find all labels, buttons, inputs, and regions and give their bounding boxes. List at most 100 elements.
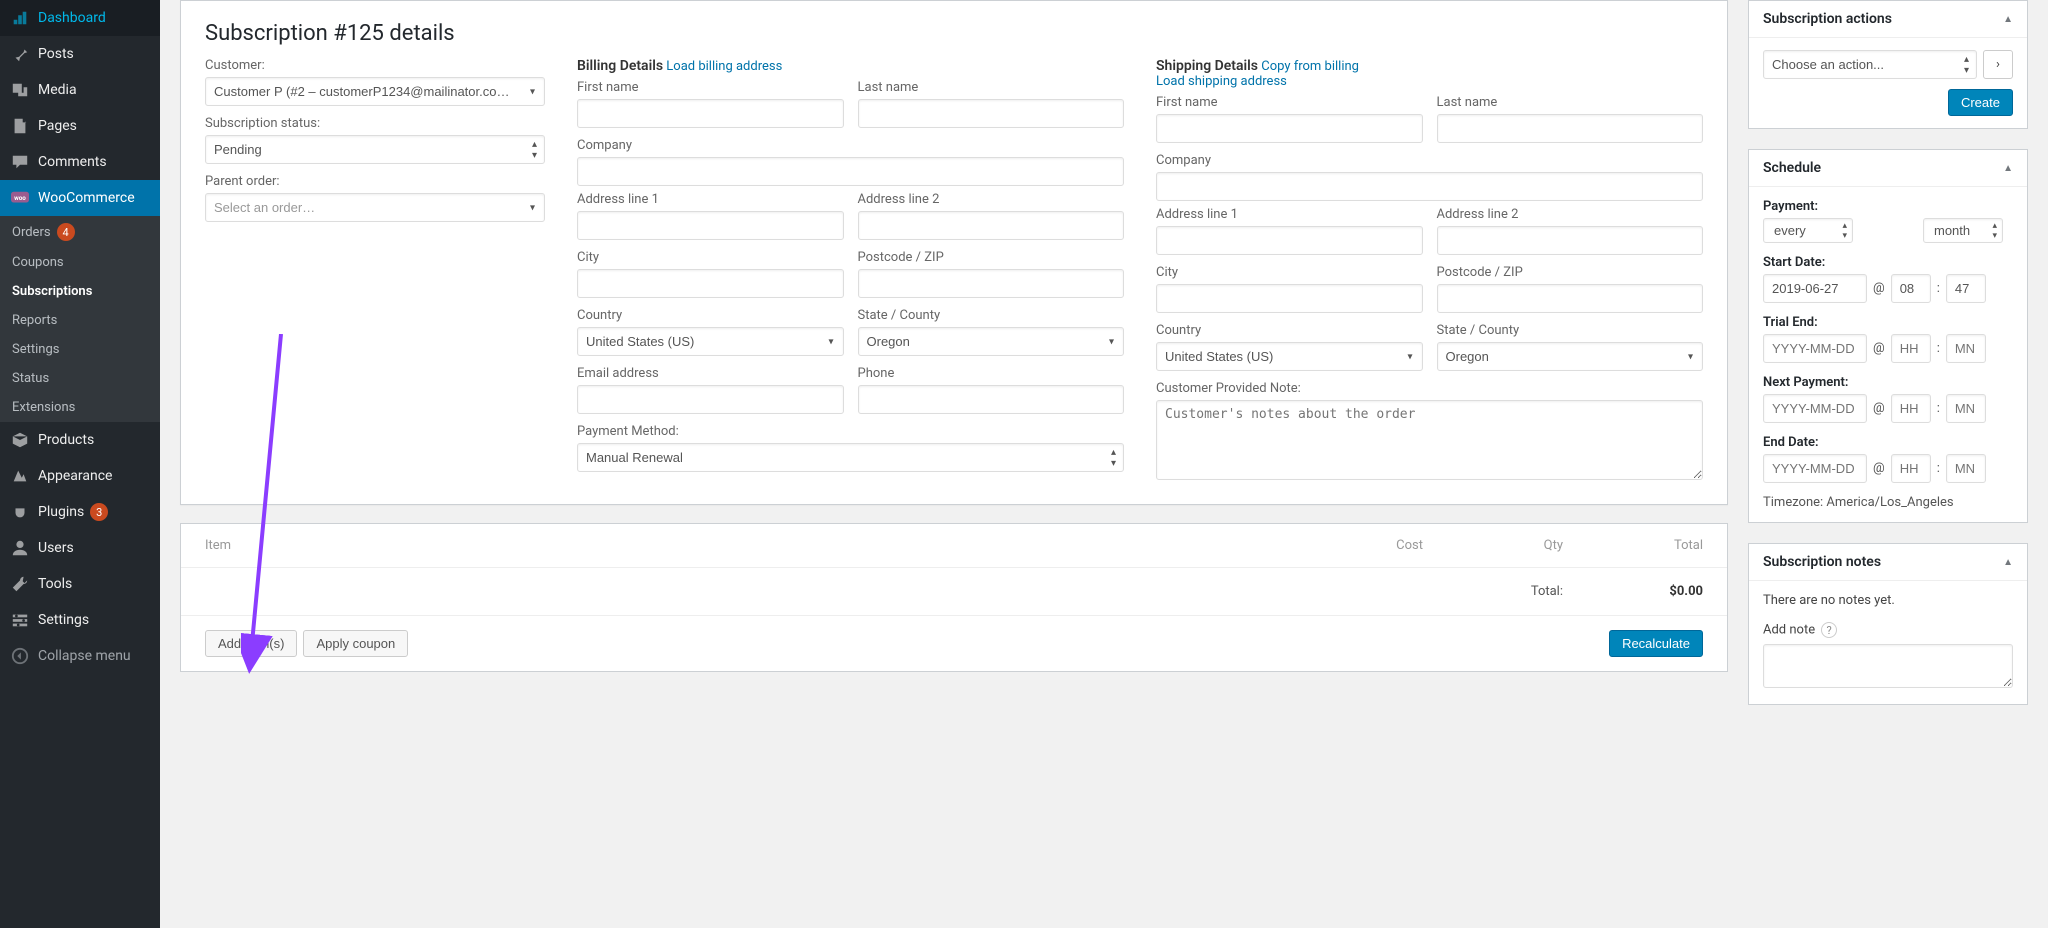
billing-company-input[interactable]: [577, 157, 1124, 186]
billing-state-select[interactable]: Oregon: [858, 327, 1125, 356]
sub-item-orders[interactable]: Orders4: [0, 216, 160, 248]
customer-select[interactable]: Customer P (#2 – customerP1234@mailinato…: [205, 77, 545, 106]
sub-item-status[interactable]: Status: [0, 364, 160, 393]
trial-date-input[interactable]: [1763, 334, 1867, 363]
payment-method-select[interactable]: Manual Renewal ▴▾: [577, 443, 1124, 472]
plugins-badge: 3: [90, 503, 108, 521]
parent-order-select[interactable]: Select an order…: [205, 193, 545, 222]
billing-addr1-input[interactable]: [577, 211, 844, 240]
end-hh-input[interactable]: [1891, 454, 1931, 483]
sidebar-item-pages[interactable]: Pages: [0, 108, 160, 144]
period-select[interactable]: month▴▾: [1923, 218, 2003, 243]
next-hh-input[interactable]: [1891, 394, 1931, 423]
orders-badge: 4: [57, 223, 75, 241]
actions-select[interactable]: Choose an action... ▴▾: [1763, 50, 1977, 79]
sidebar-label: Tools: [38, 576, 72, 592]
subscription-details-panel: Subscription #125 details Customer: Cust…: [180, 0, 1728, 505]
billing-email-input[interactable]: [577, 385, 844, 414]
sidebar-item-settings[interactable]: Settings: [0, 602, 160, 638]
sub-item-extensions[interactable]: Extensions: [0, 393, 160, 422]
billing-state-label: State / County: [858, 308, 1125, 323]
trial-mm-input[interactable]: [1946, 334, 1986, 363]
copy-billing-link[interactable]: Copy from billing: [1261, 59, 1359, 74]
shipping-company-input[interactable]: [1156, 172, 1703, 201]
billing-city-input[interactable]: [577, 269, 844, 298]
sidebar-item-plugins[interactable]: Plugins 3: [0, 494, 160, 530]
total-label: Total:: [1423, 584, 1563, 599]
shipping-city-input[interactable]: [1156, 284, 1423, 313]
recalculate-button[interactable]: Recalculate: [1609, 630, 1703, 657]
sidebar-item-dashboard[interactable]: Dashboard: [0, 0, 160, 36]
sidebar-item-products[interactable]: Products: [0, 422, 160, 458]
shipping-state-label: State / County: [1437, 323, 1704, 338]
shipping-last-name-input[interactable]: [1437, 114, 1704, 143]
billing-postcode-label: Postcode / ZIP: [858, 250, 1125, 265]
payment-method-label: Payment Method:: [577, 424, 1124, 439]
sidebar-item-media[interactable]: Media: [0, 72, 160, 108]
sidebar-item-posts[interactable]: Posts: [0, 36, 160, 72]
toggle-icon[interactable]: ▲: [2003, 14, 2013, 25]
trial-hh-input[interactable]: [1891, 334, 1931, 363]
add-items-button[interactable]: Add item(s): [205, 630, 297, 657]
actions-go-button[interactable]: ›: [1983, 50, 2013, 79]
shipping-country-select[interactable]: United States (US): [1156, 342, 1423, 371]
start-hh-input[interactable]: [1891, 274, 1931, 303]
start-date-input[interactable]: [1763, 274, 1867, 303]
shipping-addr1-input[interactable]: [1156, 226, 1423, 255]
create-button[interactable]: Create: [1948, 89, 2013, 116]
shipping-city-label: City: [1156, 265, 1423, 280]
sidebar-item-appearance[interactable]: Appearance: [0, 458, 160, 494]
woocommerce-submenu: Orders4 Coupons Subscriptions Reports Se…: [0, 216, 160, 422]
payment-label: Payment:: [1763, 199, 2013, 214]
sub-item-subscriptions[interactable]: Subscriptions: [0, 277, 160, 306]
load-shipping-link[interactable]: Load shipping address: [1156, 74, 1287, 89]
start-date-label: Start Date:: [1763, 255, 2013, 270]
page-icon: [10, 116, 30, 136]
interval-select[interactable]: every▴▾: [1763, 218, 1853, 243]
shipping-state-select[interactable]: Oregon: [1437, 342, 1704, 371]
shipping-last-name-label: Last name: [1437, 95, 1704, 110]
billing-company-label: Company: [577, 138, 1124, 153]
sidebar-item-comments[interactable]: Comments: [0, 144, 160, 180]
billing-phone-input[interactable]: [858, 385, 1125, 414]
shipping-first-name-label: First name: [1156, 95, 1423, 110]
apply-coupon-button[interactable]: Apply coupon: [303, 630, 408, 657]
sub-item-reports[interactable]: Reports: [0, 306, 160, 335]
start-mm-input[interactable]: [1946, 274, 1986, 303]
sidebar-label: Dashboard: [38, 10, 106, 26]
col-cost: Cost: [1283, 538, 1423, 553]
billing-addr1-label: Address line 1: [577, 192, 844, 207]
sidebar-item-woocommerce[interactable]: woo WooCommerce: [0, 180, 160, 216]
sidebar-label: Pages: [38, 118, 77, 134]
shipping-addr2-input[interactable]: [1437, 226, 1704, 255]
sidebar-label: Plugins: [38, 504, 84, 520]
end-date-input[interactable]: [1763, 454, 1867, 483]
sidebar-item-tools[interactable]: Tools: [0, 566, 160, 602]
toggle-icon[interactable]: ▲: [2003, 557, 2013, 568]
shipping-postcode-input[interactable]: [1437, 284, 1704, 313]
billing-country-select[interactable]: United States (US): [577, 327, 844, 356]
sidebar-item-collapse[interactable]: Collapse menu: [0, 638, 160, 674]
next-mm-input[interactable]: [1946, 394, 1986, 423]
sidebar-label: WooCommerce: [38, 190, 135, 206]
billing-addr2-input[interactable]: [858, 211, 1125, 240]
sub-item-settings[interactable]: Settings: [0, 335, 160, 364]
billing-country-label: Country: [577, 308, 844, 323]
billing-phone-label: Phone: [858, 366, 1125, 381]
load-billing-link[interactable]: Load billing address: [666, 59, 782, 74]
next-date-input[interactable]: [1763, 394, 1867, 423]
toggle-icon[interactable]: ▲: [2003, 163, 2013, 174]
help-icon[interactable]: ?: [1821, 622, 1837, 638]
billing-first-name-input[interactable]: [577, 99, 844, 128]
sub-item-coupons[interactable]: Coupons: [0, 248, 160, 277]
billing-last-name-input[interactable]: [858, 99, 1125, 128]
tools-icon: [10, 574, 30, 594]
admin-sidebar: Dashboard Posts Media Pages Comments woo…: [0, 0, 160, 928]
sidebar-item-users[interactable]: Users: [0, 530, 160, 566]
customer-note-textarea[interactable]: [1156, 400, 1703, 480]
status-select[interactable]: Pending ▴▾: [205, 135, 545, 164]
billing-postcode-input[interactable]: [858, 269, 1125, 298]
add-note-textarea[interactable]: [1763, 644, 2013, 688]
shipping-first-name-input[interactable]: [1156, 114, 1423, 143]
end-mm-input[interactable]: [1946, 454, 1986, 483]
